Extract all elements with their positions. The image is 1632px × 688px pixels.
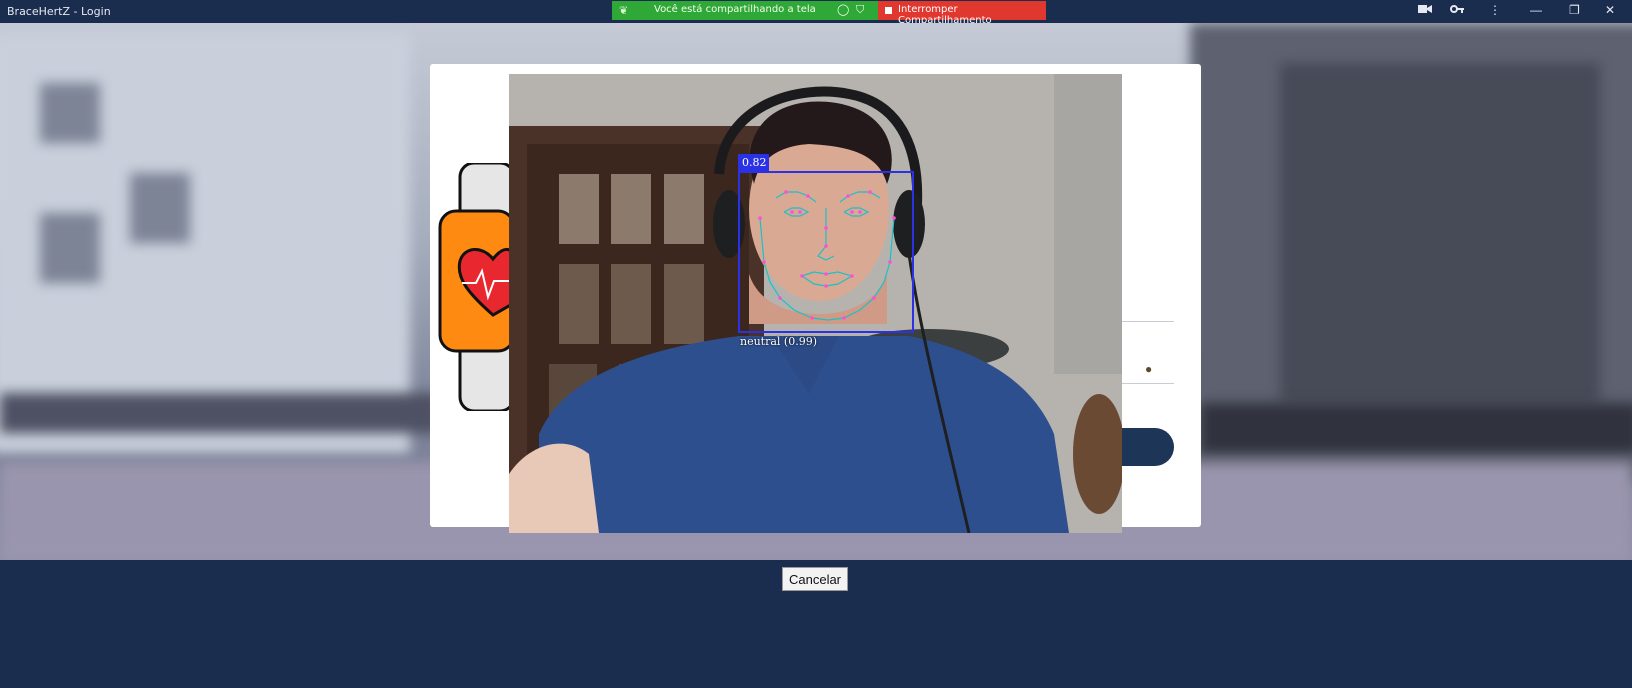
leaf-icon: ❦ xyxy=(619,4,629,17)
pause-icon[interactable]: ◯ xyxy=(837,3,849,16)
background-window xyxy=(130,173,190,243)
minimize-icon[interactable]: — xyxy=(1530,3,1542,17)
shield-icon[interactable]: ⛉ xyxy=(856,3,864,17)
more-vertical-icon[interactable]: ⋮ xyxy=(1489,3,1501,17)
sharing-status-text: Você está compartilhando a tela xyxy=(654,4,816,15)
password-field-underline[interactable] xyxy=(1122,383,1174,384)
cancel-button[interactable]: Cancelar xyxy=(782,567,848,591)
camera-icon[interactable] xyxy=(1418,3,1432,18)
key-icon[interactable] xyxy=(1450,3,1464,18)
background-arch xyxy=(1280,63,1600,403)
username-field-underline[interactable] xyxy=(1122,321,1174,322)
detection-confidence: 0.82 xyxy=(738,154,769,172)
restore-icon[interactable]: ❐ xyxy=(1569,3,1580,17)
stop-sharing-button[interactable]: Interromper Compartilhamento xyxy=(878,1,1046,26)
stop-icon xyxy=(885,7,892,14)
background-window xyxy=(40,213,100,283)
close-icon[interactable]: ✕ xyxy=(1605,3,1615,17)
eye-icon[interactable]: ● xyxy=(1145,362,1152,376)
screen-share-bar: ❦ Você está compartilhando a tela ◯ ⛉ In… xyxy=(612,1,1046,26)
background-railing xyxy=(1200,403,1632,453)
title-bar: BraceHertZ - Login ❦ Você está compartil… xyxy=(0,0,1632,26)
expression-label: neutral (0.99) xyxy=(740,335,818,348)
background-window xyxy=(40,83,100,143)
smartwatch-logo xyxy=(438,163,514,411)
face-bounding-box xyxy=(738,171,914,333)
background-railing xyxy=(0,393,440,433)
window-title: BraceHertZ - Login xyxy=(7,5,111,18)
sharing-status: ❦ Você está compartilhando a tela ◯ ⛉ xyxy=(612,1,878,20)
